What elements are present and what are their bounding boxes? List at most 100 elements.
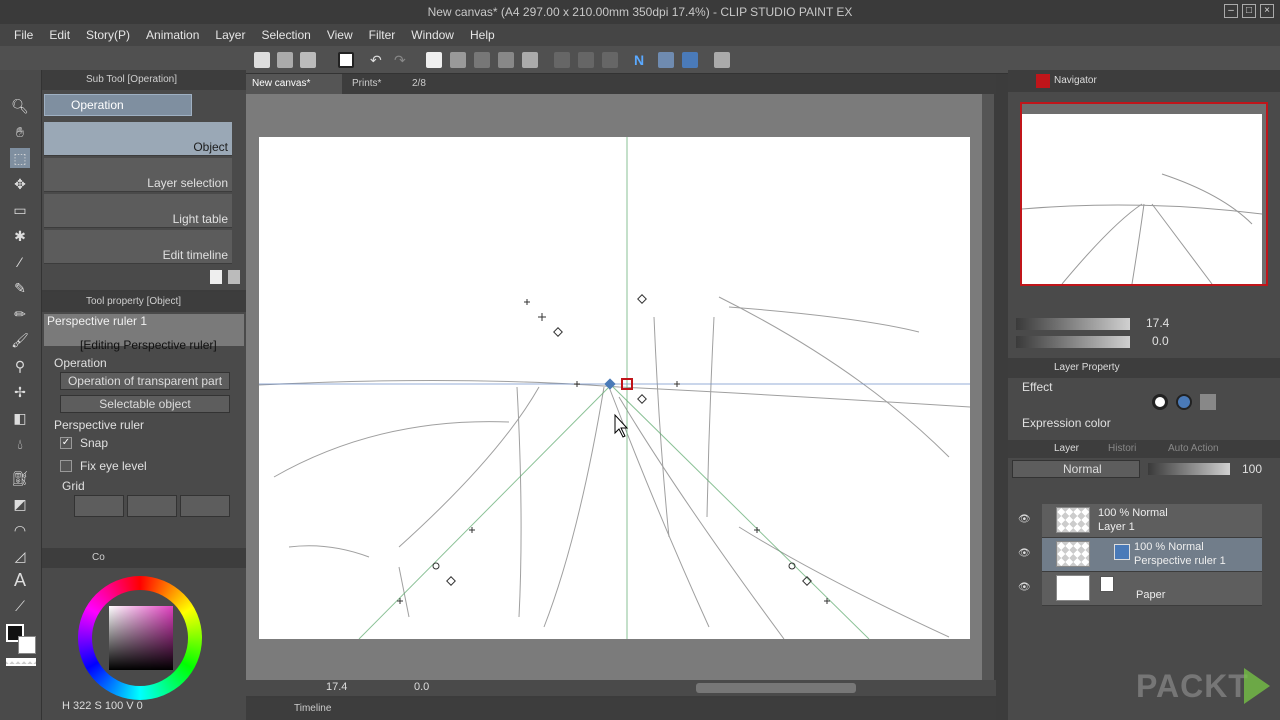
transparent-color-swatch[interactable] <box>6 658 36 666</box>
mask-icon[interactable] <box>578 52 594 68</box>
visibility-eye-icon[interactable]: 👁︎ <box>1018 514 1031 525</box>
invert-icon[interactable] <box>602 52 618 68</box>
operation-select[interactable]: Operation of transparent part <box>60 372 230 390</box>
subtool-item-light-table[interactable]: Light table <box>44 194 232 228</box>
menu-window[interactable]: Window <box>403 24 462 46</box>
gradient-tool-icon[interactable]: ◩ <box>10 494 30 514</box>
selection-tool-icon[interactable]: ▭ <box>10 200 30 220</box>
tab-layer[interactable]: Layer <box>1054 443 1079 454</box>
color-panel-header: Co <box>42 548 246 568</box>
visibility-eye-icon[interactable]: 👁︎ <box>1018 548 1031 559</box>
vertical-scrollbar[interactable] <box>982 94 994 680</box>
sub-color-swatch[interactable] <box>18 636 36 654</box>
opacity-slider[interactable] <box>1148 463 1230 475</box>
navigator-zoom-slider[interactable] <box>1016 318 1130 330</box>
hand-tool-icon[interactable]: ✋︎ <box>10 122 30 142</box>
subtool-group-tab[interactable]: Operation <box>44 94 192 116</box>
maximize-button[interactable]: □ <box>1242 4 1256 18</box>
subtool-item-layer-selection[interactable]: Layer selection <box>44 158 232 192</box>
canvas-settings-icon[interactable] <box>714 52 730 68</box>
menu-selection[interactable]: Selection <box>253 24 318 46</box>
menu-filter[interactable]: Filter <box>361 24 404 46</box>
fill-icon[interactable] <box>474 52 490 68</box>
layer-color-icon[interactable] <box>1176 394 1192 410</box>
saturation-value-square[interactable] <box>109 606 173 670</box>
ruler-tool-icon[interactable]: ⟋ <box>10 596 30 616</box>
operation-tool-icon[interactable]: ⬚ <box>10 148 30 168</box>
snap-ruler-icon[interactable]: N <box>634 52 650 68</box>
snap-grid-icon[interactable] <box>682 52 698 68</box>
menu-story[interactable]: Story(P) <box>78 24 138 46</box>
eyedropper-tool-icon[interactable]: ⁄ <box>10 252 30 272</box>
layer-row-layer1[interactable]: 👁︎ 100 % Normal Layer 1 <box>1018 504 1262 538</box>
undo-icon[interactable]: ↶ <box>370 52 386 68</box>
new-file-icon[interactable] <box>254 52 270 68</box>
layer-row-perspective-ruler[interactable]: 👁︎ 100 % Normal Perspective ruler 1 <box>1018 538 1262 572</box>
zoom-tool-icon[interactable]: 🔍︎ <box>10 96 30 116</box>
layer-row-paper[interactable]: 👁︎ Paper <box>1018 572 1262 606</box>
opacity-value[interactable]: 100 <box>1242 462 1262 476</box>
figure-tool-icon[interactable]: ◠ <box>10 520 30 540</box>
selection-icon[interactable] <box>554 52 570 68</box>
tab-auto-action[interactable]: Auto Action <box>1168 443 1219 454</box>
text-tool-icon[interactable]: A <box>10 570 30 590</box>
fill-tool-icon[interactable]: ⛽︎ <box>10 468 30 488</box>
menu-edit[interactable]: Edit <box>41 24 78 46</box>
airbrush-tool-icon[interactable]: ⚲ <box>10 356 30 376</box>
horizontal-scrollbar[interactable] <box>696 683 856 693</box>
auto-select-tool-icon[interactable]: ✱ <box>10 226 30 246</box>
brush-tool-icon[interactable]: 🖌︎ <box>10 330 30 350</box>
eraser-tool-icon[interactable]: ◧ <box>10 408 30 428</box>
open-icon[interactable] <box>277 52 293 68</box>
canvas[interactable] <box>259 137 970 639</box>
save-icon[interactable] <box>300 52 316 68</box>
minimize-button[interactable]: – <box>1224 4 1238 18</box>
grid-label: Grid <box>62 479 85 493</box>
decoration-tool-icon[interactable]: ✢ <box>10 382 30 402</box>
clear-icon[interactable] <box>426 52 442 68</box>
delete-subtool-icon[interactable] <box>228 270 240 284</box>
snap-checkbox[interactable]: ✓ <box>60 437 72 449</box>
subtool-item-object[interactable]: Object <box>44 122 232 156</box>
tone-icon[interactable] <box>1200 394 1216 410</box>
menu-file[interactable]: File <box>6 24 41 46</box>
menu-view[interactable]: View <box>319 24 361 46</box>
selectable-object-select[interactable]: Selectable object <box>60 395 230 413</box>
v-value: 0 <box>136 700 143 712</box>
pencil-tool-icon[interactable]: ✏︎ <box>10 304 30 324</box>
blend-tool-icon[interactable]: 💧︎ <box>10 434 30 454</box>
tab-prints[interactable]: Prints* <box>346 74 406 94</box>
effect-label: Effect <box>1022 380 1053 394</box>
grid-yz-button[interactable] <box>127 495 177 517</box>
move-layer-tool-icon[interactable]: ✥ <box>10 174 30 194</box>
new-page-icon[interactable] <box>338 52 354 68</box>
grid-xz-button[interactable] <box>180 495 230 517</box>
transform-icon[interactable] <box>450 52 466 68</box>
border-effect-icon[interactable] <box>1152 394 1168 410</box>
menu-bar: File Edit Story(P) Animation Layer Selec… <box>0 24 1280 46</box>
menu-layer[interactable]: Layer <box>207 24 253 46</box>
pen-tool-icon[interactable]: ✎ <box>10 278 30 298</box>
navigator-preview[interactable] <box>1020 102 1268 286</box>
menu-help[interactable]: Help <box>462 24 503 46</box>
paper-icon <box>1100 576 1114 592</box>
crop-icon[interactable] <box>522 52 538 68</box>
fix-eye-level-checkbox[interactable] <box>60 460 72 472</box>
close-button[interactable]: × <box>1260 4 1274 18</box>
new-subtool-icon[interactable] <box>210 270 222 284</box>
visibility-eye-icon[interactable]: 👁︎ <box>1018 582 1031 593</box>
tab-history[interactable]: Histori <box>1108 443 1136 454</box>
zoom-value[interactable]: 17.4 <box>326 681 347 693</box>
grid-xy-button[interactable] <box>74 495 124 517</box>
menu-animation[interactable]: Animation <box>138 24 207 46</box>
blend-mode-select[interactable]: Normal <box>1012 460 1140 478</box>
subtool-item-edit-timeline[interactable]: Edit timeline <box>44 230 232 264</box>
timeline-label[interactable]: Timeline <box>294 703 331 714</box>
snap-special-ruler-icon[interactable] <box>658 52 674 68</box>
angle-value[interactable]: 0.0 <box>414 681 429 693</box>
deselect-icon[interactable] <box>498 52 514 68</box>
redo-icon[interactable]: ↷ <box>394 52 410 68</box>
frame-tool-icon[interactable]: ◿ <box>10 546 30 566</box>
navigator-rotate-slider[interactable] <box>1016 336 1130 348</box>
tab-new-canvas[interactable]: New canvas* <box>246 74 342 94</box>
